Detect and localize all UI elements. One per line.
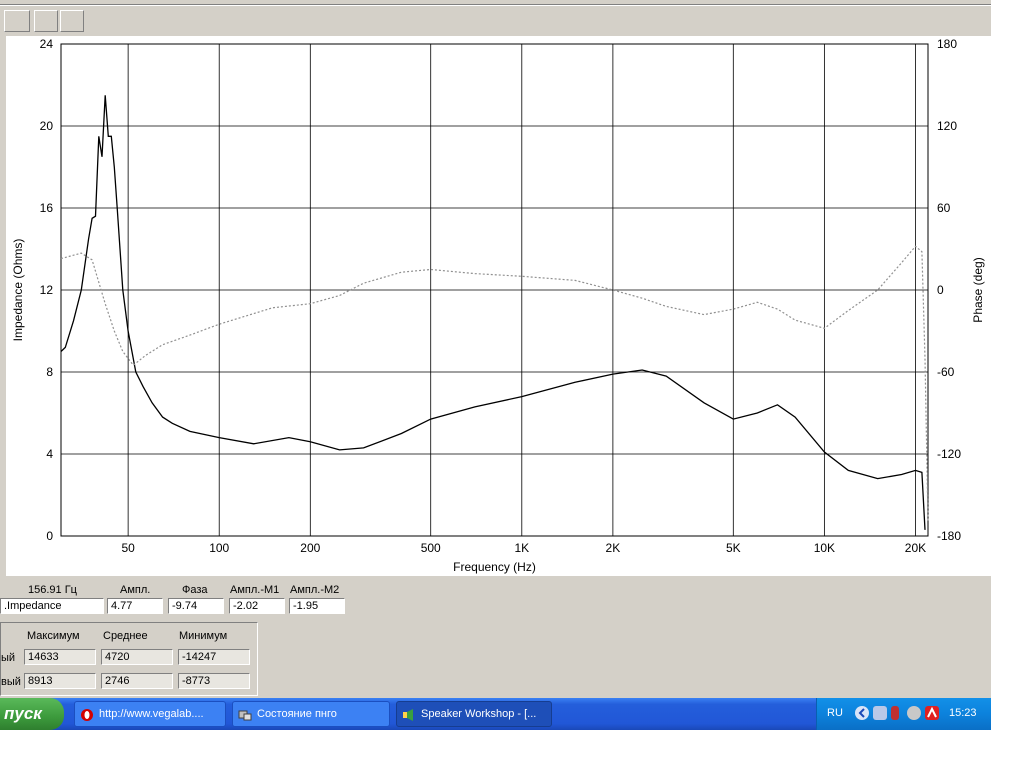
system-tray: RU 15:23 — [816, 698, 991, 730]
taskbar-task-label: Состояние пнго — [257, 708, 337, 720]
chart-area[interactable]: 50 100 200 500 1K 2K 5K 10K 20K 0 4 8 12 16 20 24 -180 -1… — [6, 36, 991, 576]
y2-tick-label: -180 — [937, 529, 961, 543]
chevron-left-icon[interactable] — [855, 706, 869, 720]
stats-col-max: Максимум — [27, 630, 80, 642]
readout-col-m1: Ампл.-М1 — [230, 584, 280, 596]
x-tick-label: 2K — [606, 541, 621, 555]
x-tick-label: 100 — [209, 541, 229, 555]
speaker-workshop-window: 50 100 200 500 1K 2K 5K 10K 20K 0 4 8 12 16 20 24 -180 -1… — [0, 0, 991, 698]
readout-col-phase: Фаза — [182, 584, 208, 596]
cursor-readout: 156.91 Гц Ампл. Фаза Ампл.-М1 Ампл.-М2 .… — [0, 578, 352, 620]
taskbar-task-speaker-workshop[interactable]: Speaker Workshop - [... — [396, 701, 552, 727]
clock: 15:23 — [949, 707, 977, 719]
toolbar-button-3[interactable] — [60, 10, 84, 32]
readout-col-amplitude: Ампл. — [120, 584, 151, 596]
start-button[interactable]: пуск — [0, 698, 64, 730]
y-tick-label: 4 — [46, 447, 53, 461]
readout-trace-name: .Impedance — [0, 598, 104, 614]
readout-frequency: 156.91 Гц — [28, 584, 77, 596]
y-tick-label: 24 — [40, 37, 54, 51]
y-axis-label: Impedance (Ohms) — [11, 239, 25, 342]
y2-tick-label: -60 — [937, 365, 955, 379]
x-tick-label: 1K — [514, 541, 529, 555]
y2-tick-label: 120 — [937, 119, 957, 133]
x-tick-label: 10K — [814, 541, 835, 555]
stats-row-min: -8773 — [178, 673, 250, 689]
speaker-volume-icon[interactable] — [907, 706, 921, 720]
y2-tick-label: 180 — [937, 37, 957, 51]
x-tick-label: 5K — [726, 541, 741, 555]
toolbar-button-1[interactable] — [4, 10, 30, 32]
readout-amplitude-value: 4.77 — [107, 598, 163, 614]
toolbar-button-2[interactable] — [34, 10, 58, 32]
toolbar — [0, 0, 991, 36]
y2-tick-label: 60 — [937, 201, 951, 215]
y-tick-label: 16 — [40, 201, 54, 215]
x-tick-label: 50 — [121, 541, 135, 555]
taskbar-task-label: Speaker Workshop - [... — [421, 708, 537, 720]
readout-col-m2: Ампл.-М2 — [290, 584, 340, 596]
y-tick-label: 8 — [46, 365, 53, 379]
y-tick-label: 0 — [46, 529, 53, 543]
network-tray-icon[interactable] — [873, 706, 887, 720]
stats-row-avg: 2746 — [101, 673, 173, 689]
toolbar-separator — [0, 4, 991, 6]
language-indicator[interactable]: RU — [827, 707, 843, 719]
antivirus-icon[interactable] — [925, 706, 939, 720]
opera-icon — [80, 707, 94, 721]
x-tick-label: 500 — [421, 541, 441, 555]
y2-axis-label: Phase (deg) — [971, 257, 985, 322]
readout-m1-value: -2.02 — [229, 598, 285, 614]
readout-m2-value: -1.95 — [289, 598, 345, 614]
x-tick-label: 20K — [905, 541, 926, 555]
stats-col-min: Минимум — [179, 630, 228, 642]
statistics-panel: Максимум Среднее Минимум ый 14633 4720 -… — [0, 622, 258, 696]
impedance-chart[interactable]: 50 100 200 500 1K 2K 5K 10K 20K 0 4 8 12 16 20 24 -180 -1… — [6, 36, 991, 576]
stats-row-label: вый — [1, 676, 21, 688]
taskbar-task-label: http://www.vegalab.... — [99, 708, 204, 720]
y2-tick-label: -120 — [937, 447, 961, 461]
x-tick-label: 200 — [300, 541, 320, 555]
readout-phase-value: -9.74 — [168, 598, 224, 614]
network-icon — [238, 707, 252, 721]
speaker-workshop-icon — [402, 707, 416, 721]
stats-row-label: ый — [1, 652, 16, 664]
taskbar-task-status[interactable]: Состояние пнго — [232, 701, 390, 727]
stats-row-max: 14633 — [24, 649, 96, 665]
y2-tick-label: 0 — [937, 283, 944, 297]
stats-row-min: -14247 — [178, 649, 250, 665]
y-tick-label: 12 — [40, 283, 54, 297]
stats-row-max: 8913 — [24, 673, 96, 689]
stats-col-avg: Среднее — [103, 630, 148, 642]
x-axis-label: Frequency (Hz) — [453, 560, 536, 574]
taskbar-task-browser[interactable]: http://www.vegalab.... — [74, 701, 226, 727]
taskbar: пуск http://www.vegalab.... Состояние пн… — [0, 698, 991, 730]
y-tick-label: 20 — [40, 119, 54, 133]
stats-row-avg: 4720 — [101, 649, 173, 665]
battery-icon[interactable] — [891, 706, 899, 720]
